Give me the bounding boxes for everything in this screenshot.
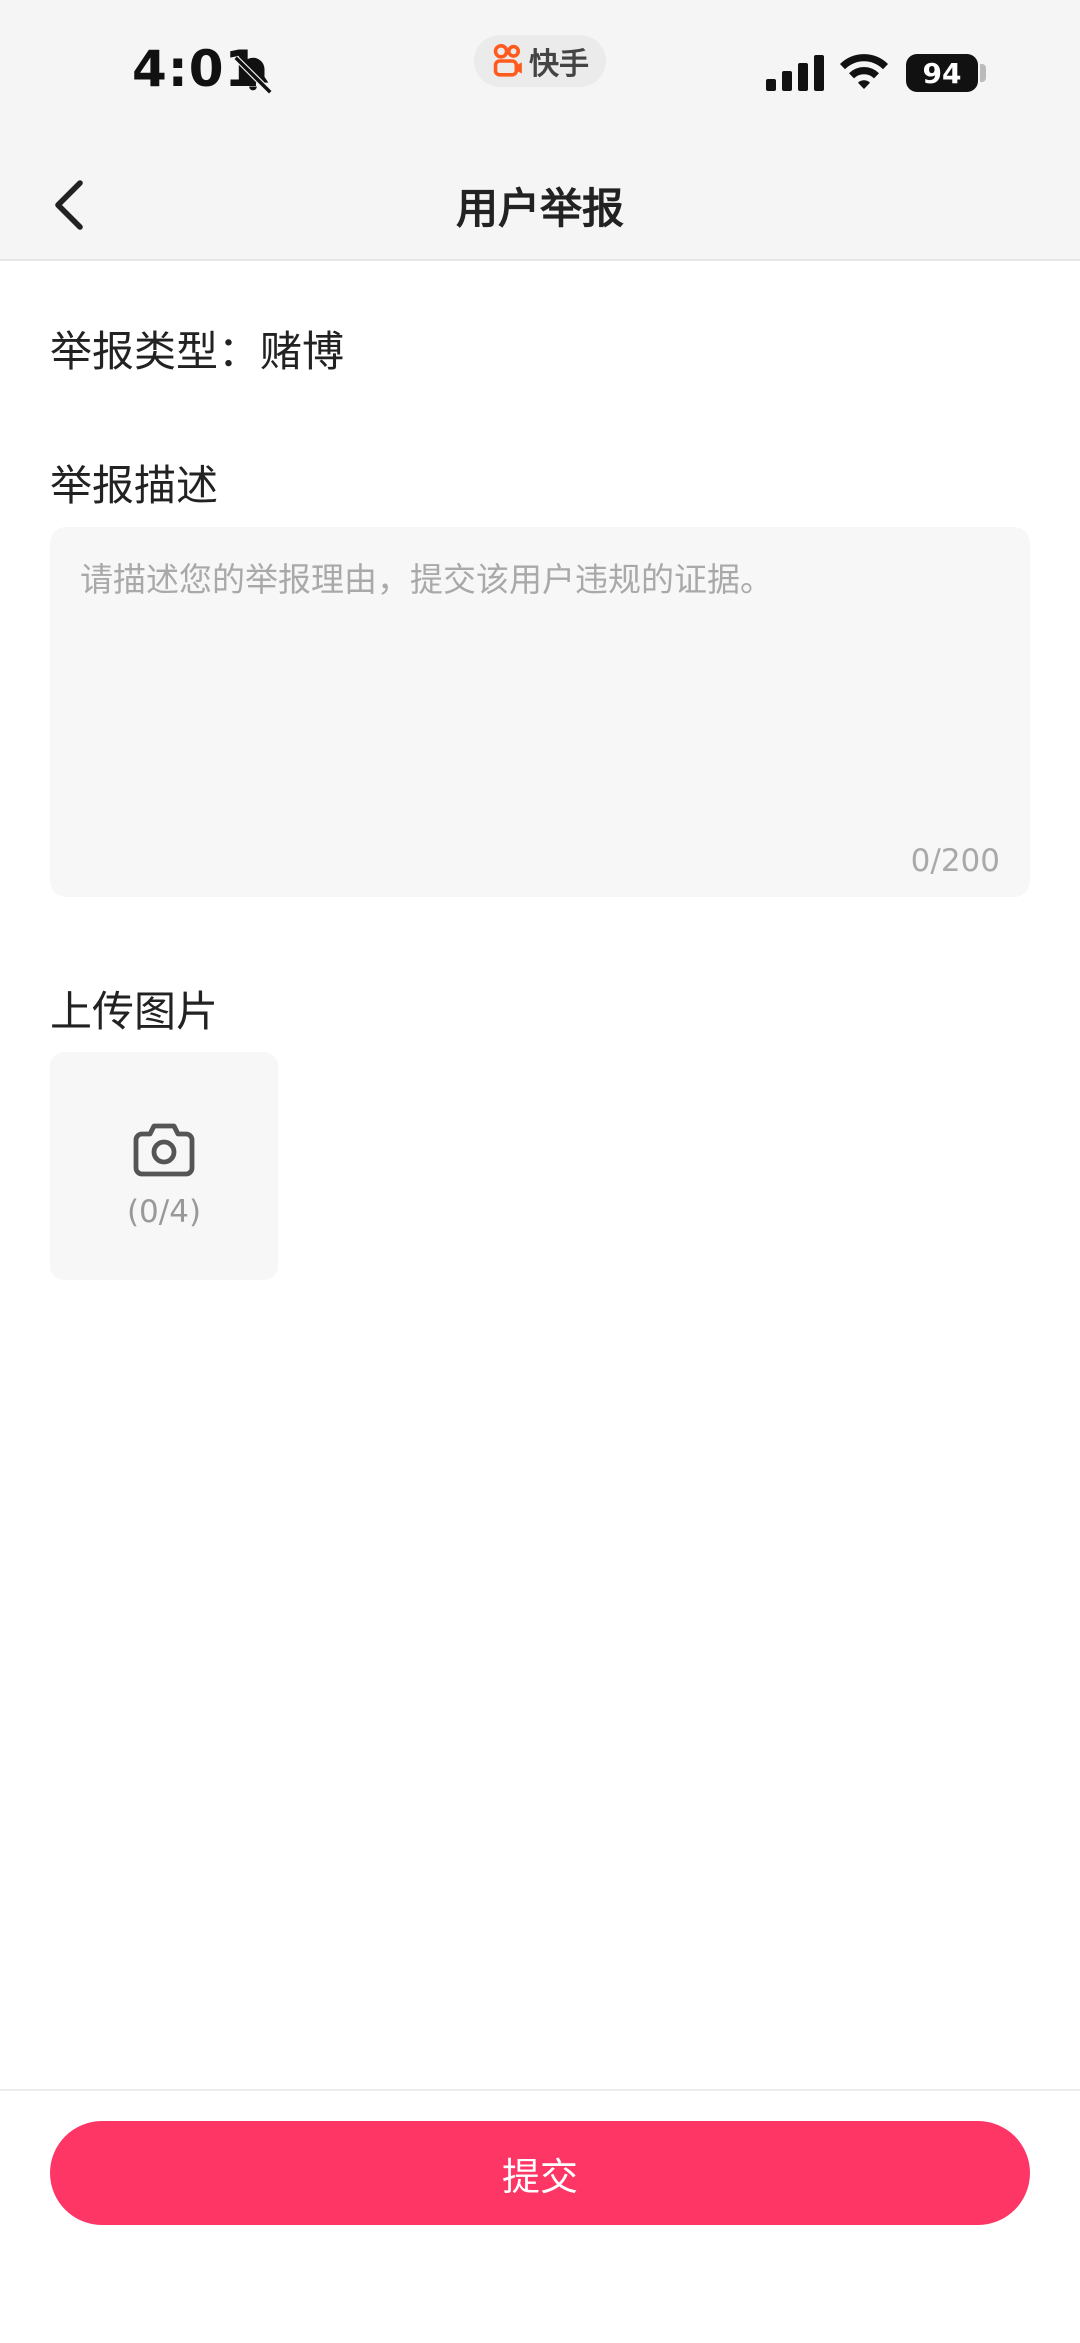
cellular-signal-icon	[766, 55, 824, 91]
description-textarea[interactable]: 请描述您的举报理由，提交该用户违规的证据。 0/200	[50, 527, 1030, 897]
battery-tip	[980, 64, 986, 82]
report-type-label: 举报类型：	[50, 327, 261, 376]
battery-icon: 94	[906, 54, 978, 92]
description-placeholder: 请描述您的举报理由，提交该用户违规的证据。	[80, 560, 773, 599]
status-bar: 4:01 快手 94	[0, 0, 1080, 145]
app-name: 快手	[529, 47, 589, 82]
wifi-icon	[840, 54, 888, 89]
kuaishou-logo-icon	[493, 43, 522, 77]
nav-bar: 用户举报	[0, 145, 1080, 261]
page-title: 用户举报	[455, 184, 624, 233]
bell-muted-icon	[233, 55, 273, 95]
report-type-value: 赌博	[260, 327, 345, 376]
camera-icon	[133, 1123, 195, 1177]
description-label: 举报描述	[50, 461, 219, 510]
submit-button[interactable]: 提交	[50, 2121, 1030, 2225]
battery-level: 94	[922, 56, 962, 90]
character-counter: 0/200	[910, 843, 1000, 879]
upload-label: 上传图片	[50, 987, 219, 1036]
report-type-row: 举报类型：赌博	[50, 318, 344, 379]
upload-count: (0/4)	[126, 1194, 202, 1230]
upload-image-button[interactable]: (0/4)	[50, 1052, 278, 1280]
footer: 提交	[0, 2089, 1080, 2343]
app-indicator[interactable]: 快手	[474, 35, 606, 87]
